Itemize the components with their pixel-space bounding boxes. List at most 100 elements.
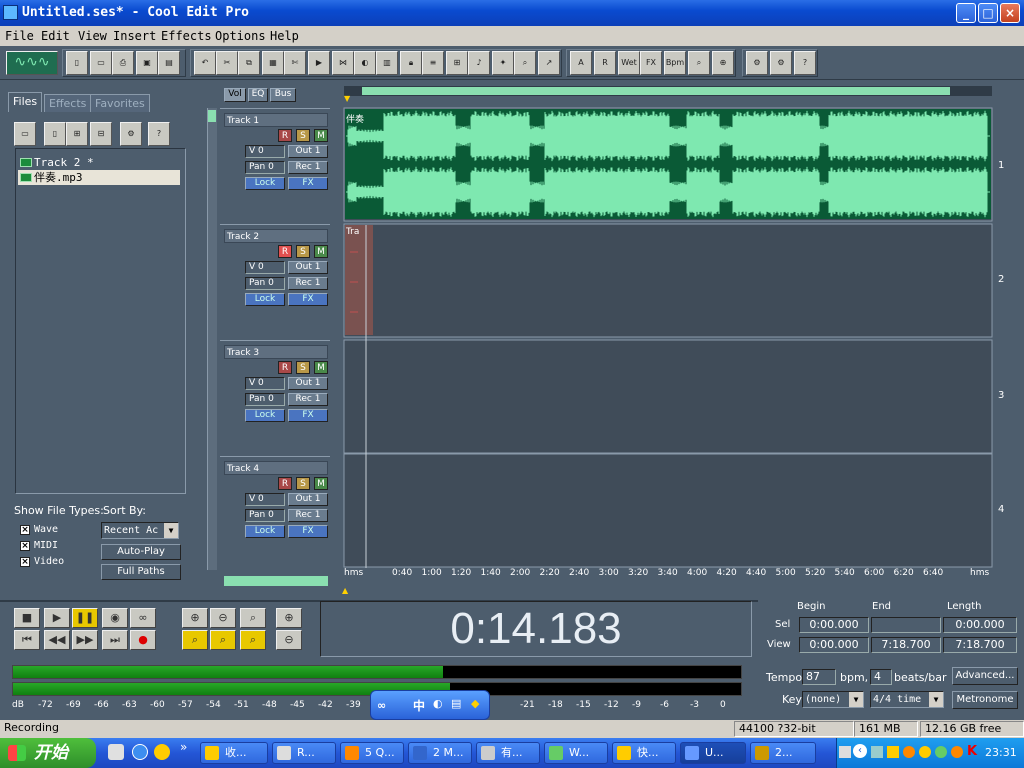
record-input-button[interactable]: Rec 1 — [288, 161, 328, 174]
zoom-right-icon[interactable]: ⌕ — [210, 630, 236, 650]
go-to-start-icon[interactable]: ⏮ — [14, 630, 40, 650]
mix-down-icon[interactable]: ♪ — [468, 51, 490, 75]
close-button[interactable]: × — [1000, 3, 1020, 23]
mute-button[interactable]: M — [314, 361, 328, 374]
edit-file-icon[interactable]: ⊟ — [90, 122, 112, 146]
quick-launch-more-icon[interactable]: » — [180, 740, 187, 754]
organizer-settings-icon[interactable]: ⚙ — [120, 122, 142, 146]
zoom-in-vertical-icon[interactable]: ⊕ — [276, 608, 302, 628]
loop-play-icon[interactable]: ∞ — [130, 608, 156, 628]
view-begin-field[interactable]: 0:00.000 — [799, 637, 869, 653]
lock-button[interactable]: Lock — [245, 409, 285, 422]
close-file-icon[interactable]: ▯ — [44, 122, 66, 146]
select-icon[interactable]: ⌕ — [514, 51, 536, 75]
network-tray-icon[interactable] — [871, 746, 883, 758]
ime-chinese-icon[interactable]: 中 — [413, 697, 425, 714]
tempo-field[interactable]: 87 — [802, 669, 836, 685]
trim-icon[interactable]: ✄ — [284, 51, 306, 75]
align-icon[interactable]: ≡ — [422, 51, 444, 75]
sel-begin-field[interactable]: 0:00.000 — [799, 617, 869, 633]
zoom-in-icon[interactable]: ⊕ — [182, 608, 208, 628]
advanced-button[interactable]: Advanced... — [952, 667, 1018, 685]
maximize-button[interactable]: □ — [978, 3, 998, 23]
tab-bus[interactable]: Bus — [270, 88, 296, 102]
list-item[interactable]: Track 2 * — [18, 155, 180, 170]
pan-field[interactable]: Pan 0 — [245, 161, 285, 174]
solo-button[interactable]: S — [296, 129, 310, 142]
horizontal-scrollbar[interactable] — [342, 582, 992, 592]
multitrack-view[interactable]: ▼ 1 2 3 4 伴奏 Tra hms 0:40 1:00 1:20 1:40 2:00… — [342, 86, 1014, 595]
cut-icon[interactable]: ✂ — [216, 51, 238, 75]
beats-field[interactable]: 4 — [870, 669, 892, 685]
open-folder-icon[interactable]: ▭ — [90, 51, 112, 75]
record-input-button[interactable]: Rec 1 — [288, 277, 328, 290]
fx-button[interactable]: FX — [288, 177, 328, 190]
tab-eq[interactable]: EQ — [248, 88, 268, 102]
ime-toolbar[interactable]: ∞ 中 ◐ ▤ ◆ — [370, 690, 490, 720]
key-select[interactable]: (none) ▼ — [802, 691, 864, 708]
go-to-end-icon[interactable]: ⏭ — [102, 630, 128, 650]
keyboard-tray-icon[interactable] — [839, 746, 851, 758]
output-button[interactable]: Out 1 — [288, 493, 328, 506]
volume-field[interactable]: V 0 — [245, 493, 285, 506]
minimize-button[interactable]: _ — [956, 3, 976, 23]
track-lane-2[interactable] — [343, 223, 993, 338]
track2-clip[interactable] — [345, 225, 373, 335]
bpm-icon[interactable]: Bpm — [664, 51, 686, 75]
volume-field[interactable]: V 0 — [245, 261, 285, 274]
full-paths-button[interactable]: Full Paths — [101, 564, 181, 580]
tab-vol[interactable]: Vol — [224, 88, 246, 102]
new-file-icon[interactable]: ▯ — [66, 51, 88, 75]
zoom-icon[interactable]: ↗ — [538, 51, 560, 75]
save-icon[interactable]: ▣ — [136, 51, 158, 75]
lock-icon[interactable]: 🔒︎ — [400, 51, 422, 75]
antivirus-tray-icon[interactable]: K — [967, 744, 977, 759]
lock-button[interactable]: Lock — [245, 293, 285, 306]
play-from-cursor-icon[interactable]: ◉ — [102, 608, 128, 628]
pan-field[interactable]: Pan 0 — [245, 393, 285, 406]
mute-button[interactable]: M — [314, 129, 328, 142]
splitter-handle[interactable] — [208, 110, 216, 122]
zoom-selection-icon[interactable]: ⌕ — [240, 630, 266, 650]
video-type-checkbox[interactable]: × — [20, 557, 30, 567]
pan-field[interactable]: Pan 0 — [245, 277, 285, 290]
time-ruler[interactable]: hms 0:40 1:00 1:20 1:40 2:00 2:20 2:40 3:00 3:20 3… — [342, 568, 992, 582]
mute-button[interactable]: M — [314, 245, 328, 258]
volume-field[interactable]: V 0 — [245, 377, 285, 390]
track-name-field[interactable]: Track 4 — [224, 461, 328, 475]
tray-expand-icon[interactable]: ‹ — [853, 744, 867, 758]
wet-icon[interactable]: Wet — [618, 51, 640, 75]
menu-view[interactable]: View — [78, 29, 107, 43]
wave-type-checkbox[interactable]: × — [20, 525, 30, 535]
track-lane-3[interactable] — [343, 339, 993, 454]
view-end-field[interactable]: 7:18.700 — [871, 637, 941, 653]
qq-icon[interactable] — [154, 744, 170, 760]
track-name-field[interactable]: Track 1 — [224, 113, 328, 127]
cd-icon[interactable]: ⊕ — [712, 51, 734, 75]
taskbar-button[interactable]: 有... — [476, 742, 540, 764]
sel-length-field[interactable]: 0:00.000 — [943, 617, 1017, 633]
taskbar-button[interactable]: W... — [544, 742, 608, 764]
mute-button[interactable]: M — [314, 477, 328, 490]
scripts-icon[interactable]: ⚙ — [770, 51, 792, 75]
reverse-icon[interactable]: R — [594, 51, 616, 75]
stop-icon[interactable]: ■ — [14, 608, 40, 628]
play-icon[interactable]: ▶ — [44, 608, 70, 628]
record-arm-button[interactable]: R — [278, 129, 292, 142]
rewind-icon[interactable]: ◀◀ — [44, 630, 70, 650]
sort-by-select[interactable]: Recent Ac ▼ — [101, 522, 179, 539]
taskbar-button[interactable]: 5 Q... — [340, 742, 404, 764]
balance-icon[interactable]: A — [570, 51, 592, 75]
loop-icon[interactable]: ▥ — [376, 51, 398, 75]
ime-mode-icon[interactable]: ∞ — [377, 699, 386, 712]
menu-help[interactable]: Help — [270, 29, 299, 43]
lock-button[interactable]: Lock — [245, 177, 285, 190]
fx-button[interactable]: FX — [288, 293, 328, 306]
mix-icon[interactable]: ⋈ — [332, 51, 354, 75]
zoom-out-icon[interactable]: ⊖ — [210, 608, 236, 628]
track-name-field[interactable]: Track 2 — [224, 229, 328, 243]
insert-icon[interactable]: ⊞ — [66, 122, 88, 146]
undo-icon[interactable]: ↶ — [194, 51, 216, 75]
tab-effects[interactable]: Effects — [44, 94, 92, 112]
record-icon[interactable]: ● — [130, 630, 156, 650]
